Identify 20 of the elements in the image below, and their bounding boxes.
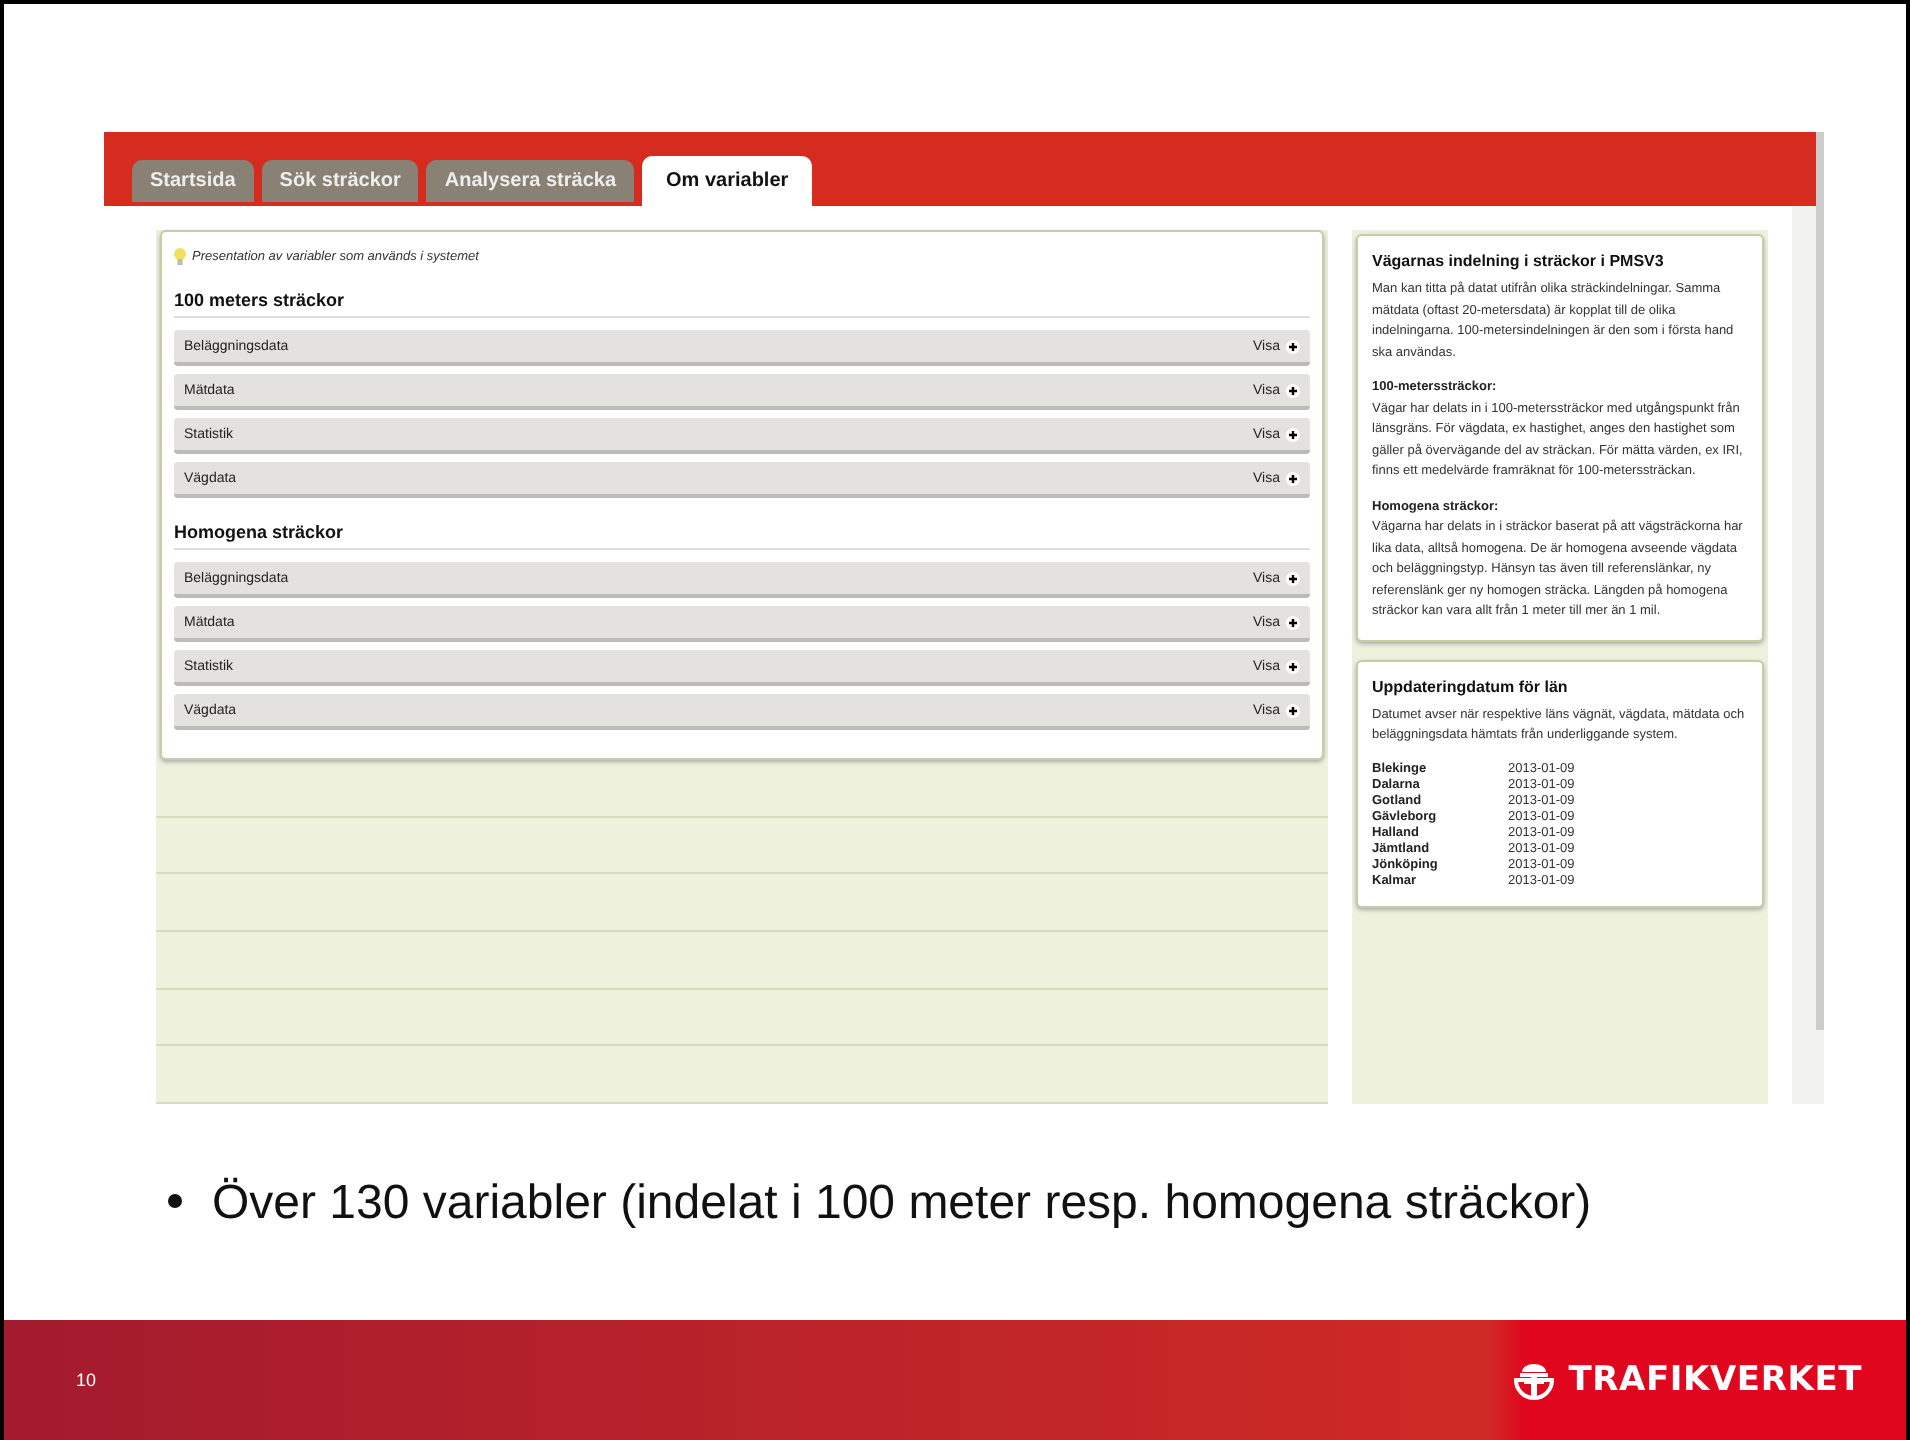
- plus-icon: [1286, 571, 1300, 585]
- bullet-icon: [168, 1194, 182, 1208]
- plus-icon: [1286, 615, 1300, 629]
- plus-icon: [1286, 471, 1300, 485]
- section-heading: Homogena sträckor: [174, 522, 1310, 550]
- scrollbar[interactable]: [1816, 132, 1824, 1030]
- bullet-text: Över 130 variabler (indelat i 100 meter resp. homogena sträckor): [212, 1176, 1592, 1230]
- panel-title: Vägarnas indelning i sträckor i PMSV3: [1372, 252, 1666, 270]
- plus-icon: [1286, 383, 1300, 397]
- tab[interactable]: Om variabler: [642, 156, 813, 206]
- lightbulb-icon: [174, 248, 186, 266]
- plus-icon: [1286, 339, 1300, 353]
- panel-title: Uppdateringdatum för län: [1372, 677, 1570, 695]
- crown-logo-icon: [1512, 1358, 1557, 1402]
- logo-text: TRAFIKVERKET: [1568, 1360, 1862, 1400]
- plus-icon: [1286, 659, 1300, 673]
- plus-icon: [1286, 703, 1300, 717]
- section-heading: 100 meters sträckor: [174, 290, 1310, 318]
- plus-icon: [1286, 427, 1300, 441]
- page-number: 10: [76, 1370, 97, 1390]
